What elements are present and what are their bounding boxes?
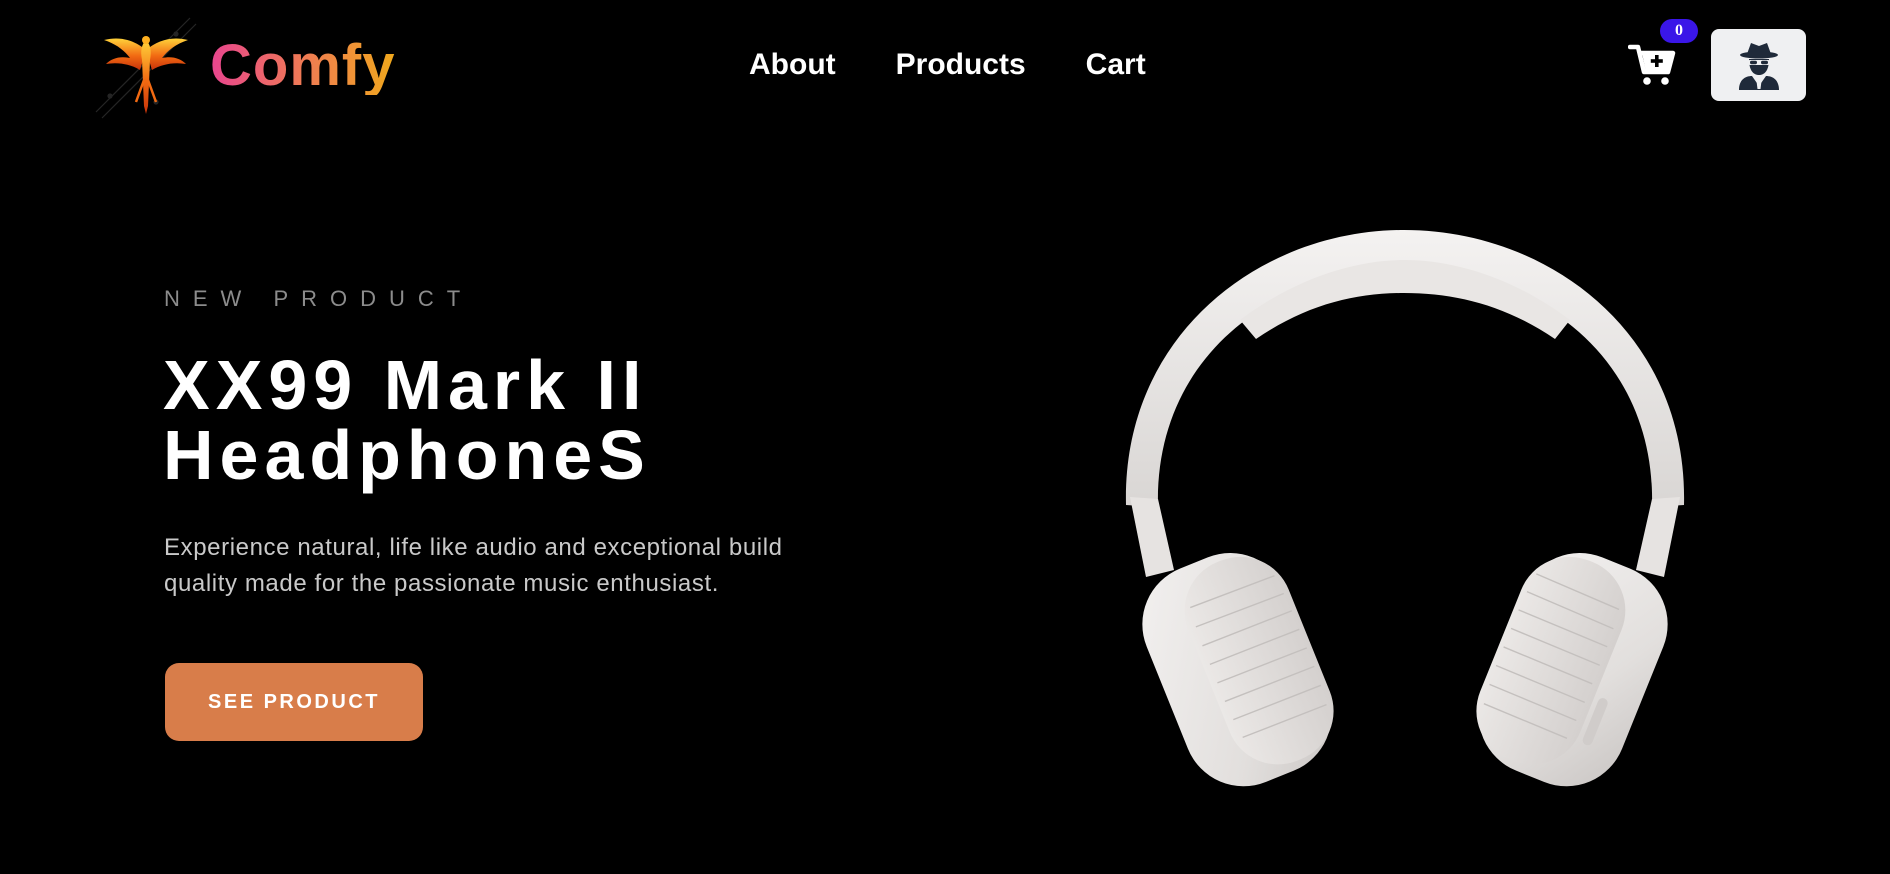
hero-eyebrow: NEW PRODUCT: [164, 286, 474, 311]
page: Comfy About Products Cart 0 NEW PRODUCT …: [0, 0, 1890, 874]
headphones-image: [1125, 230, 1685, 787]
user-secret-icon: [1738, 43, 1779, 90]
hero-title: XX99 Mark II HeadphoneS: [163, 350, 863, 490]
nav-link-products[interactable]: Products: [896, 46, 1026, 84]
nav-link-about[interactable]: About: [749, 46, 836, 84]
nav-link-cart[interactable]: Cart: [1086, 46, 1146, 84]
account-button[interactable]: [1711, 29, 1806, 101]
brand-name: Comfy: [210, 33, 396, 98]
cart-count-badge: 0: [1660, 19, 1698, 43]
hero-title-line2: HeadphoneS: [163, 416, 651, 494]
brand-logo-link[interactable]: Comfy: [90, 10, 395, 122]
phoenix-logo-icon: [95, 17, 197, 119]
main-nav: About Products Cart: [749, 46, 1146, 84]
hero-title-line1: XX99 Mark II: [163, 346, 648, 424]
cart-plus-icon[interactable]: [1628, 40, 1676, 88]
see-product-button[interactable]: SEE PRODUCT: [165, 663, 423, 741]
hero-description: Experience natural, life like audio and …: [164, 534, 783, 597]
